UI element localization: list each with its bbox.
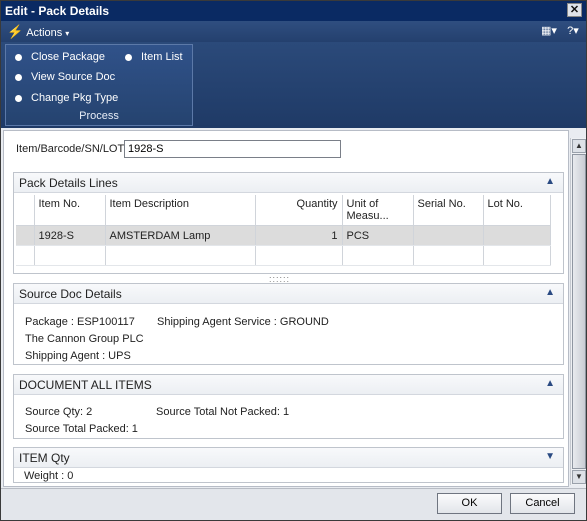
scroll-up-icon[interactable]: ▲ (572, 139, 586, 153)
ribbon-group-label: Process (79, 110, 119, 122)
item-qty-panel: ITEM Qty ▼ (13, 447, 564, 483)
column-header[interactable]: Unit of Measu... (342, 195, 414, 226)
search-input[interactable] (124, 140, 341, 158)
column-header[interactable]: Item Description (105, 195, 256, 226)
shipping-agent-field: Shipping Agent : UPS (25, 350, 131, 362)
customer-field: The Cannon Group PLC (25, 333, 144, 345)
change-pkg-type-label: Change Pkg Type (31, 92, 119, 104)
lot-cell[interactable] (483, 225, 551, 246)
empty-cell[interactable] (255, 245, 343, 266)
toolbar-right: ▦▾ ?▾ (540, 23, 582, 39)
window-titlebar: Edit - Pack Details ✕ (1, 1, 586, 21)
quantity-cell[interactable]: 1 (255, 225, 343, 246)
cancel-button[interactable]: Cancel (510, 493, 575, 514)
package-field: Package : ESP100117 (25, 316, 135, 328)
item-no-cell[interactable]: 1928-S (34, 225, 106, 246)
column-header[interactable]: Lot No. (483, 195, 551, 226)
view-source-doc-button[interactable]: View Source Doc (15, 71, 115, 83)
empty-cell[interactable] (413, 245, 484, 266)
expand-icon[interactable]: ▼ (545, 451, 555, 462)
shipping-service-field: Shipping Agent Service : GROUND (157, 316, 329, 328)
ok-button[interactable]: OK (437, 493, 502, 514)
column-header[interactable]: Quantity (255, 195, 343, 226)
source-doc-panel: Source Doc Details ▲ Package : ESP100117… (13, 283, 564, 365)
doc-items-panel: DOCUMENT ALL ITEMS ▲ Source Qty: 2 Sourc… (13, 374, 564, 439)
collapse-icon[interactable]: ▲ (545, 287, 555, 298)
ribbon-group-process: Close Package View Source Doc Change Pkg… (5, 44, 193, 126)
actions-label: Actions (26, 27, 63, 39)
close-package-button[interactable]: Close Package (15, 51, 105, 63)
pack-lines-table: Item No. Item Description Quantity Unit … (16, 195, 551, 266)
actions-menu-button[interactable]: ⚡ Actions ▾ (7, 24, 69, 39)
scroll-down-icon[interactable]: ▼ (572, 470, 586, 484)
vertical-scrollbar[interactable]: ▲ ▼ (570, 138, 586, 485)
empty-cell[interactable] (342, 245, 414, 266)
collapse-icon[interactable]: ▲ (545, 176, 555, 187)
pack-lines-header[interactable]: Pack Details Lines ▲ (14, 173, 563, 193)
source-doc-title: Source Doc Details (19, 287, 122, 301)
change-pkg-type-button[interactable]: Change Pkg Type (15, 92, 118, 104)
column-header[interactable]: Item No. (34, 195, 106, 226)
table-row[interactable]: 1928-S AMSTERDAM Lamp 1 PCS (16, 225, 551, 246)
collapse-icon[interactable]: ▲ (545, 378, 555, 389)
row-selector[interactable] (16, 245, 35, 266)
row-selector[interactable] (16, 225, 35, 246)
item-list-label: Item List (141, 51, 183, 63)
dot-icon (125, 53, 132, 61)
dot-icon (15, 73, 22, 81)
doc-items-title: DOCUMENT ALL ITEMS (19, 378, 152, 392)
doc-items-header[interactable]: DOCUMENT ALL ITEMS ▲ (14, 375, 563, 395)
dot-icon (15, 94, 22, 102)
empty-cell[interactable] (34, 245, 106, 266)
table-row-empty[interactable] (16, 245, 551, 266)
pack-lines-title: Pack Details Lines (19, 176, 118, 190)
content-area: Item/Barcode/SN/LOT: Pack Details Lines … (3, 130, 569, 487)
serial-cell[interactable] (413, 225, 484, 246)
item-qty-title: ITEM Qty (19, 451, 70, 465)
unit-cell[interactable]: PCS (342, 225, 414, 246)
close-icon[interactable]: ✕ (567, 3, 582, 17)
pack-details-window: Edit - Pack Details ✕ ⚡ Actions ▾ ▦▾ ?▾ Cl… (0, 0, 587, 521)
window-title: Edit - Pack Details (5, 4, 110, 18)
search-row: Item/Barcode/SN/LOT: (16, 140, 341, 158)
empty-cell[interactable] (483, 245, 551, 266)
column-header[interactable]: Serial No. (413, 195, 484, 226)
close-package-label: Close Package (31, 51, 105, 63)
help-icon[interactable]: ?▾ (564, 23, 582, 39)
source-doc-header[interactable]: Source Doc Details ▲ (14, 284, 563, 304)
ribbon: Close Package View Source Doc Change Pkg… (1, 42, 586, 128)
description-cell[interactable]: AMSTERDAM Lamp (105, 225, 256, 246)
scroll-thumb[interactable] (572, 154, 586, 469)
lightning-icon: ⚡ (7, 24, 24, 39)
dialog-footer: OK Cancel (1, 488, 586, 520)
search-label: Item/Barcode/SN/LOT: (16, 143, 127, 155)
item-list-button[interactable]: Item List (125, 51, 183, 63)
view-source-doc-label: View Source Doc (31, 71, 116, 83)
item-qty-header[interactable]: ITEM Qty ▼ (14, 448, 563, 468)
empty-cell[interactable] (105, 245, 256, 266)
source-total-packed-field: Source Total Packed: 1 (25, 423, 138, 435)
source-not-packed-field: Source Total Not Packed: 1 (156, 406, 290, 418)
chevron-down-icon: ▾ (65, 29, 70, 38)
view-options-icon[interactable]: ▦▾ (540, 23, 558, 39)
pack-lines-panel: Pack Details Lines ▲ Item No. Item Descr… (13, 172, 564, 274)
row-selector-header (16, 195, 35, 226)
table-header-row: Item No. Item Description Quantity Unit … (16, 195, 551, 226)
dot-icon (15, 53, 22, 61)
actions-bar: ⚡ Actions ▾ ▦▾ ?▾ (1, 21, 586, 42)
weight-field: Weight : 0 (24, 470, 74, 482)
source-qty-field: Source Qty: 2 (25, 406, 93, 418)
